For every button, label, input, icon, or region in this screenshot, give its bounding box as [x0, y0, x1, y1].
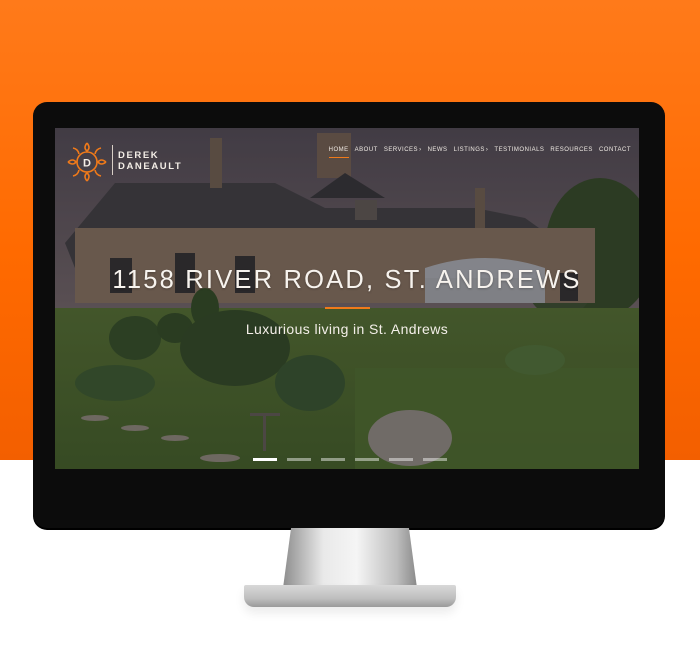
main-nav: HOME ABOUT SERVICES› NEWS LISTINGS› TEST… [328, 147, 631, 158]
hero-subtitle: Luxurious living in St. Andrews [245, 321, 449, 337]
nav-item-listings-label: LISTINGS [453, 147, 485, 153]
nav-item-about-label: ABOUT [354, 147, 378, 153]
slider-dot[interactable] [287, 458, 311, 461]
hero-title: 1158 RIVER ROAD, ST. ANDREWS [112, 266, 582, 294]
nav-item-services[interactable]: SERVICES› [384, 147, 422, 153]
dd-monogram-icon[interactable]: D [65, 141, 109, 183]
slider-dot[interactable] [423, 458, 447, 461]
slider-dot[interactable] [355, 458, 379, 461]
nav-item-news-label: NEWS [427, 147, 448, 153]
nav-item-contact-label: CONTACT [598, 147, 631, 153]
nav-item-home[interactable]: HOME [328, 147, 349, 158]
slider-dot[interactable] [389, 458, 413, 461]
site-header: D DEREK DANEAULT HOME ABOUT SERVICES› NE… [55, 128, 639, 188]
nav-item-resources-label: RESOURCES [550, 147, 593, 153]
slider-dot[interactable] [321, 458, 345, 461]
slider-pagination [253, 458, 447, 461]
brand-name-first[interactable]: DEREK [118, 150, 159, 161]
slider-dot[interactable] [253, 458, 277, 461]
svg-text:D: D [83, 158, 91, 170]
monitor-stand-neck [283, 528, 417, 588]
nav-item-home-label: HOME [328, 147, 349, 153]
brand-name-last[interactable]: DANEAULT [118, 161, 182, 172]
nav-item-testimonials[interactable]: TESTIMONIALS [494, 147, 544, 153]
monitor-stand-base [244, 585, 456, 607]
hero-title-underline [325, 307, 370, 309]
logo-divider [112, 145, 113, 175]
nav-item-contact[interactable]: CONTACT [599, 147, 631, 153]
nav-item-services-label: SERVICES [383, 147, 419, 153]
nav-item-listings[interactable]: LISTINGS› [454, 147, 489, 153]
website-screen: D DEREK DANEAULT HOME ABOUT SERVICES› NE… [55, 128, 639, 469]
chevron-right-icon: › [419, 147, 422, 153]
nav-item-news[interactable]: NEWS [428, 147, 448, 153]
nav-item-testimonials-label: TESTIMONIALS [494, 147, 545, 153]
nav-item-about[interactable]: ABOUT [355, 147, 378, 153]
nav-item-resources[interactable]: RESOURCES [550, 147, 593, 153]
chevron-right-icon: › [485, 147, 489, 153]
